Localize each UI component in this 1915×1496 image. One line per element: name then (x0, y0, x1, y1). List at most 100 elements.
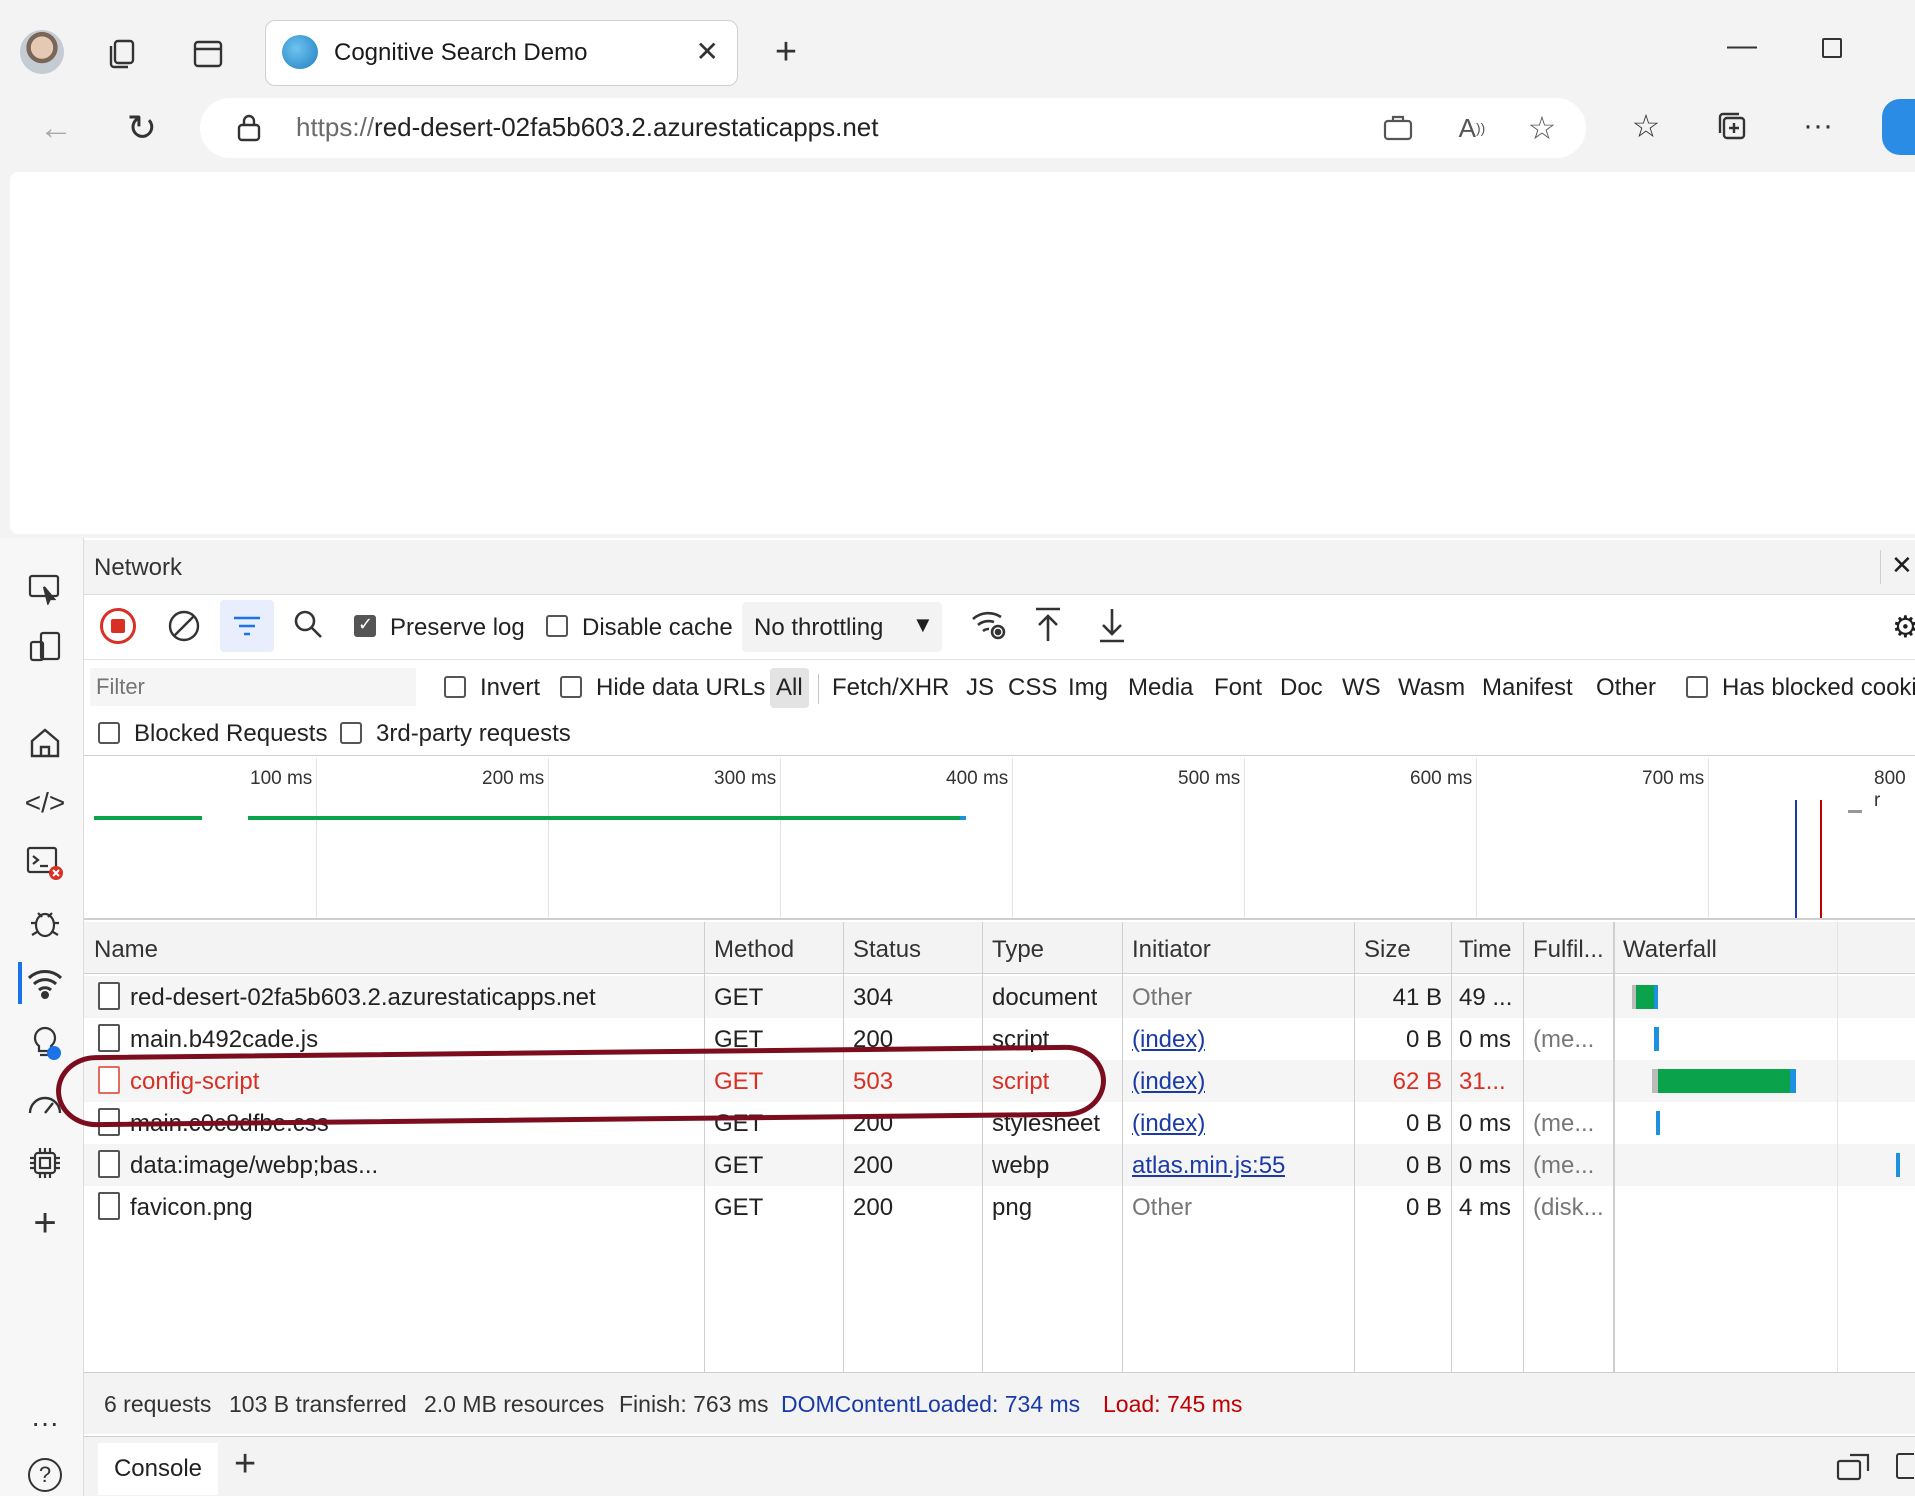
column-name[interactable]: Name (94, 936, 158, 964)
filter-type-doc[interactable]: Doc (1276, 668, 1327, 708)
lock-icon[interactable] (234, 112, 264, 144)
preserve-log-checkbox[interactable] (354, 614, 376, 637)
waterfall-bar (1654, 1027, 1659, 1051)
address-bar[interactable]: https://red-desert-02fa5b603.2.azurestat… (200, 98, 1586, 158)
waterfall-bar (1656, 1111, 1660, 1135)
dock-side-icon[interactable] (1836, 1453, 1870, 1483)
close-panel-icon[interactable]: ✕ (1880, 550, 1915, 584)
welcome-home-icon[interactable] (22, 720, 68, 766)
export-har-icon[interactable] (1096, 606, 1132, 646)
filter-type-other[interactable]: Other (1592, 668, 1660, 708)
column-divider[interactable] (1354, 922, 1355, 1372)
column-method[interactable]: Method (714, 936, 794, 964)
column-initiator[interactable]: Initiator (1132, 936, 1211, 964)
active-tab[interactable]: Cognitive Search Demo ✕ (265, 20, 738, 86)
filter-toggle-icon[interactable] (220, 600, 274, 652)
more-tools-icon[interactable]: + (22, 1200, 68, 1246)
add-favorite-icon[interactable]: ☆ (1522, 108, 1562, 148)
row-initiator-link[interactable]: (index) (1132, 1068, 1205, 1096)
help-icon[interactable]: ? (22, 1452, 68, 1496)
row-fulfilled: (me... (1533, 1152, 1595, 1179)
column-divider[interactable] (1523, 922, 1524, 1372)
new-tab-icon[interactable]: + (764, 30, 808, 74)
row-initiator-link[interactable]: (index) (1132, 1110, 1205, 1138)
filter-type-css[interactable]: CSS (1004, 668, 1061, 708)
filter-type-fetch-xhr[interactable]: Fetch/XHR (828, 668, 953, 708)
throttling-select[interactable]: No throttling ▼ (742, 602, 942, 652)
column-time[interactable]: Time (1459, 936, 1511, 964)
filter-type-wasm[interactable]: Wasm (1394, 668, 1469, 708)
filter-input[interactable] (90, 668, 416, 706)
column-status[interactable]: Status (853, 936, 921, 964)
add-drawer-tab-icon[interactable]: + (234, 1443, 256, 1486)
timeline-tick: 800 r (1874, 768, 1906, 811)
minimize-icon[interactable]: — (1720, 26, 1764, 66)
has-blocked-cookies-checkbox[interactable] (1686, 676, 1708, 698)
row-initiator-link[interactable]: atlas.min.js:55 (1132, 1152, 1285, 1180)
copilot-icon[interactable] (1882, 98, 1915, 156)
third-party-checkbox[interactable] (340, 722, 362, 744)
tab-title: Cognitive Search Demo (334, 39, 588, 66)
column-divider[interactable] (1451, 922, 1452, 1372)
overview-timeline[interactable]: 100 ms 200 ms 300 ms 400 ms 500 ms 600 m… (84, 758, 1915, 920)
filter-type-ws[interactable]: WS (1338, 668, 1385, 708)
back-icon[interactable]: ← (34, 106, 78, 150)
customize-devtools-icon[interactable]: ··· (22, 1400, 68, 1446)
workspaces-icon[interactable] (100, 32, 144, 76)
column-divider[interactable] (1613, 922, 1615, 1372)
column-fulfilled[interactable]: Fulfil... (1533, 936, 1604, 964)
clear-icon[interactable] (166, 608, 202, 644)
vertical-tabs-icon[interactable] (186, 32, 230, 76)
hide-data-urls-checkbox[interactable] (560, 676, 582, 698)
timeline-gridline (1708, 758, 1709, 918)
table-row[interactable]: favicon.png GET 200 png Other 0 B 4 ms (… (84, 1186, 1915, 1228)
inspect-tool-icon[interactable] (22, 566, 68, 612)
network-conditions-icon[interactable] (970, 608, 1008, 644)
maximize-icon[interactable] (1812, 28, 1852, 68)
row-initiator-link[interactable]: (index) (1132, 1026, 1205, 1054)
table-row[interactable]: data:image/webp;bas... GET 200 webp atla… (84, 1144, 1915, 1186)
disable-cache-checkbox[interactable] (546, 615, 568, 637)
read-aloud-icon[interactable]: A)) (1452, 110, 1492, 146)
column-divider[interactable] (843, 922, 844, 1372)
tab-favicon-icon (282, 35, 318, 69)
memory-icon[interactable] (22, 1140, 68, 1186)
network-icon[interactable] (22, 960, 68, 1006)
profile-avatar[interactable] (20, 30, 64, 74)
column-divider[interactable] (982, 922, 983, 1372)
filter-type-all[interactable]: All (770, 668, 809, 708)
filter-type-media[interactable]: Media (1124, 668, 1197, 708)
sources-debugger-icon[interactable] (22, 900, 68, 946)
invert-checkbox[interactable] (444, 676, 466, 698)
column-divider[interactable] (1122, 922, 1123, 1372)
column-divider[interactable] (704, 922, 705, 1372)
filter-type-img[interactable]: Img (1064, 668, 1112, 708)
performance-insights-icon[interactable] (22, 1020, 68, 1066)
filter-type-manifest[interactable]: Manifest (1478, 668, 1577, 708)
more-menu-icon[interactable]: ··· (1796, 104, 1840, 148)
favorites-icon[interactable]: ☆ (1624, 104, 1668, 148)
search-icon[interactable] (292, 608, 328, 644)
row-size: 62 B (1392, 1068, 1442, 1095)
table-row[interactable]: red-desert-02fa5b603.2.azurestaticapps.n… (84, 976, 1915, 1018)
tab-console[interactable]: Console (98, 1443, 218, 1495)
collections-icon[interactable] (1710, 104, 1754, 148)
console-icon[interactable] (22, 840, 68, 886)
app-available-icon[interactable] (1380, 110, 1416, 146)
url-text[interactable]: https://red-desert-02fa5b603.2.azurestat… (296, 112, 878, 143)
close-tab-icon[interactable]: ✕ (696, 35, 719, 68)
drawer-overflow-icon[interactable] (1896, 1453, 1914, 1483)
device-emulation-icon[interactable] (22, 624, 68, 670)
import-har-icon[interactable] (1032, 606, 1068, 646)
column-waterfall[interactable]: Waterfall (1623, 936, 1717, 964)
blocked-requests-checkbox[interactable] (98, 722, 120, 744)
network-settings-icon[interactable]: ⚙ (1892, 610, 1915, 644)
column-type[interactable]: Type (992, 936, 1044, 964)
record-stop-icon[interactable] (100, 608, 136, 644)
row-size: 0 B (1405, 1194, 1442, 1221)
elements-icon[interactable]: </> (22, 780, 68, 826)
column-size[interactable]: Size (1364, 936, 1411, 964)
filter-type-font[interactable]: Font (1210, 668, 1266, 708)
filter-type-js[interactable]: JS (962, 668, 998, 708)
refresh-icon[interactable]: ↻ (120, 106, 164, 150)
